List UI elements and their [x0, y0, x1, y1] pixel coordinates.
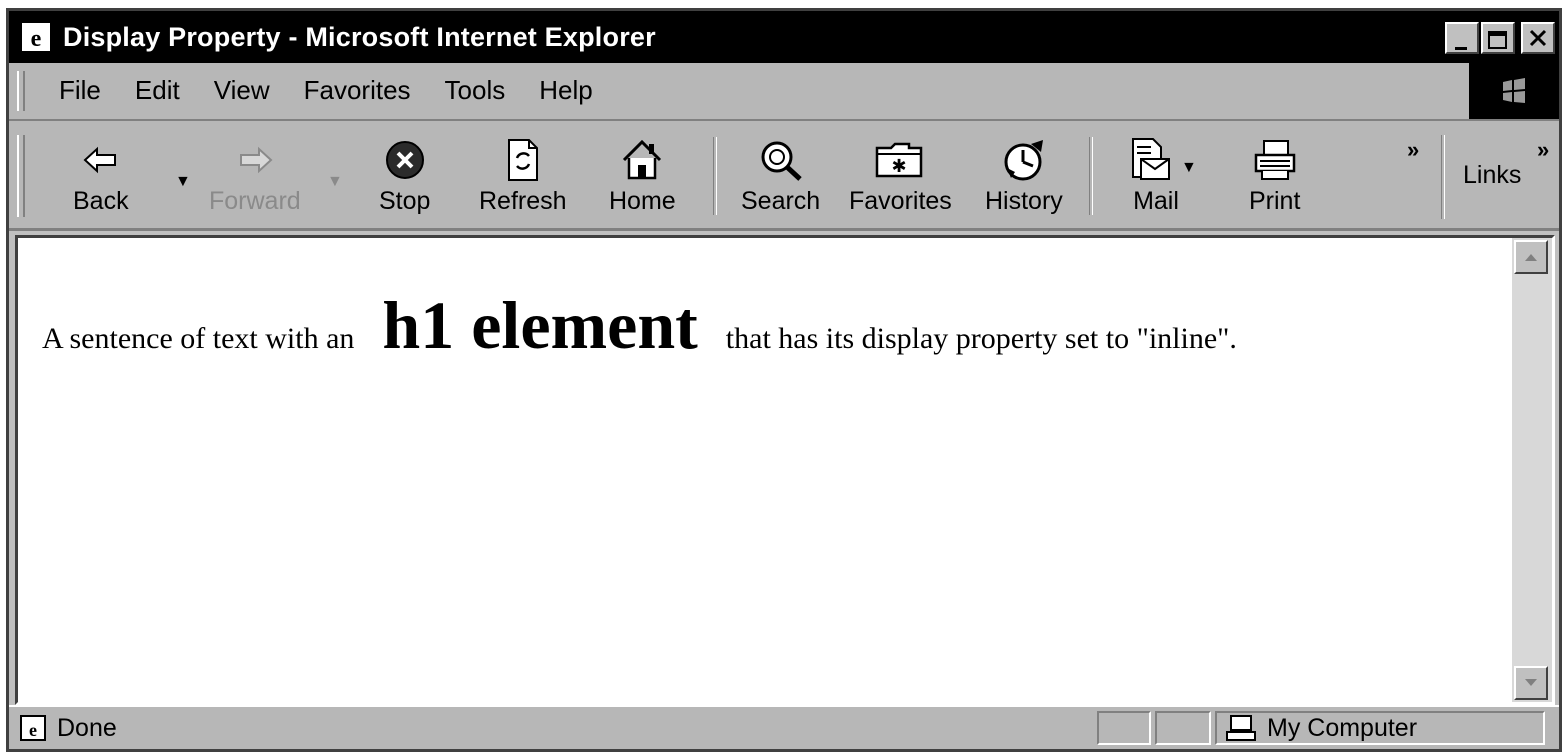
status-security-cell	[1155, 711, 1211, 745]
svg-text:✱: ✱	[892, 156, 907, 177]
forward-arrow-icon	[235, 137, 275, 183]
windows-logo-icon	[1469, 63, 1559, 119]
close-icon	[1529, 29, 1547, 47]
stop-label: Stop	[379, 187, 431, 215]
history-button[interactable]: History	[985, 137, 1063, 216]
back-label: Back	[73, 187, 129, 215]
refresh-label: Refresh	[479, 187, 567, 215]
title-bar[interactable]: e Display Property - Microsoft Internet …	[9, 11, 1559, 63]
menu-bar: File Edit View Favorites Tools Help	[9, 63, 1559, 121]
favorites-folder-icon: ✱	[875, 137, 925, 183]
browser-window: e Display Property - Microsoft Internet …	[6, 8, 1562, 752]
favorites-button[interactable]: ✱ Favorites	[849, 137, 952, 216]
scroll-up-button[interactable]	[1514, 240, 1548, 274]
status-zone-cell: My Computer	[1215, 711, 1545, 745]
print-label: Print	[1249, 187, 1301, 215]
menu-help[interactable]: Help	[539, 75, 592, 106]
menu-grip[interactable]	[17, 71, 25, 111]
favorites-label: Favorites	[849, 187, 952, 215]
status-main: e Done	[13, 711, 1095, 745]
text-before: A sentence of text with an	[42, 322, 355, 355]
toolbar-separator	[1441, 135, 1445, 219]
toolbar-overflow-chevron[interactable]: »	[1407, 137, 1419, 163]
forward-label: Forward	[209, 187, 301, 215]
stop-icon	[384, 137, 426, 183]
status-progress-cell	[1097, 711, 1151, 745]
menu-favorites[interactable]: Favorites	[304, 75, 411, 106]
search-button[interactable]: Search	[741, 137, 820, 216]
forward-dropdown-icon[interactable]: ▼	[327, 173, 343, 191]
stop-button[interactable]: Stop	[379, 137, 430, 216]
back-dropdown-icon[interactable]: ▼	[175, 173, 191, 191]
scroll-down-icon	[1525, 679, 1537, 686]
links-overflow-chevron[interactable]: »	[1537, 137, 1549, 163]
minimize-icon	[1455, 47, 1467, 50]
history-label: History	[985, 187, 1063, 215]
menu-view[interactable]: View	[214, 75, 270, 106]
menu-file[interactable]: File	[59, 75, 101, 106]
page-content: A sentence of text with an h1 element that…	[15, 235, 1555, 705]
close-button[interactable]	[1521, 22, 1555, 54]
print-button[interactable]: Print	[1249, 137, 1300, 216]
home-label: Home	[609, 187, 676, 215]
scroll-down-button[interactable]	[1514, 666, 1548, 700]
vertical-scrollbar[interactable]	[1512, 238, 1552, 702]
document-body: A sentence of text with an h1 element that…	[42, 286, 1237, 365]
mail-dropdown-icon[interactable]: ▼	[1181, 159, 1197, 177]
mail-icon	[1131, 137, 1181, 183]
scroll-up-icon	[1525, 254, 1537, 261]
links-button[interactable]: Links	[1463, 161, 1521, 190]
maximize-button[interactable]	[1481, 22, 1515, 54]
status-text: Done	[57, 713, 117, 742]
search-label: Search	[741, 187, 821, 215]
page-icon: e	[19, 714, 47, 742]
inline-heading: h1 element	[382, 287, 698, 363]
home-icon	[620, 137, 664, 183]
history-icon	[1001, 137, 1047, 183]
toolbar-separator	[713, 137, 717, 215]
zone-text: My Computer	[1267, 713, 1418, 742]
text-after: that has its display property set to "in…	[725, 322, 1237, 355]
back-arrow-icon	[81, 137, 121, 183]
mail-label: Mail	[1133, 187, 1179, 215]
maximize-icon	[1488, 31, 1507, 49]
computer-icon	[1225, 714, 1257, 742]
minimize-button[interactable]	[1445, 22, 1479, 54]
menu-edit[interactable]: Edit	[135, 75, 180, 106]
mail-button[interactable]: Mail	[1131, 137, 1181, 216]
printer-icon	[1252, 137, 1298, 183]
svg-text:e: e	[29, 720, 37, 740]
standard-toolbar: Back ▼ Forward ▼ Stop Refresh Home Searc…	[9, 121, 1559, 231]
home-button[interactable]: Home	[609, 137, 676, 216]
toolbar-grip[interactable]	[17, 135, 25, 217]
window-title: Display Property - Microsoft Internet Ex…	[63, 21, 656, 52]
refresh-icon	[505, 137, 541, 183]
back-button[interactable]: Back	[73, 137, 129, 216]
toolbar-separator	[1089, 137, 1093, 215]
menu-tools[interactable]: Tools	[445, 75, 506, 106]
svg-text:e: e	[31, 26, 42, 52]
ie-logo-icon: e	[19, 20, 53, 54]
status-bar: e Done My Computer	[9, 705, 1559, 749]
search-icon	[758, 137, 804, 183]
forward-button[interactable]: Forward	[209, 137, 301, 216]
refresh-button[interactable]: Refresh	[479, 137, 567, 216]
